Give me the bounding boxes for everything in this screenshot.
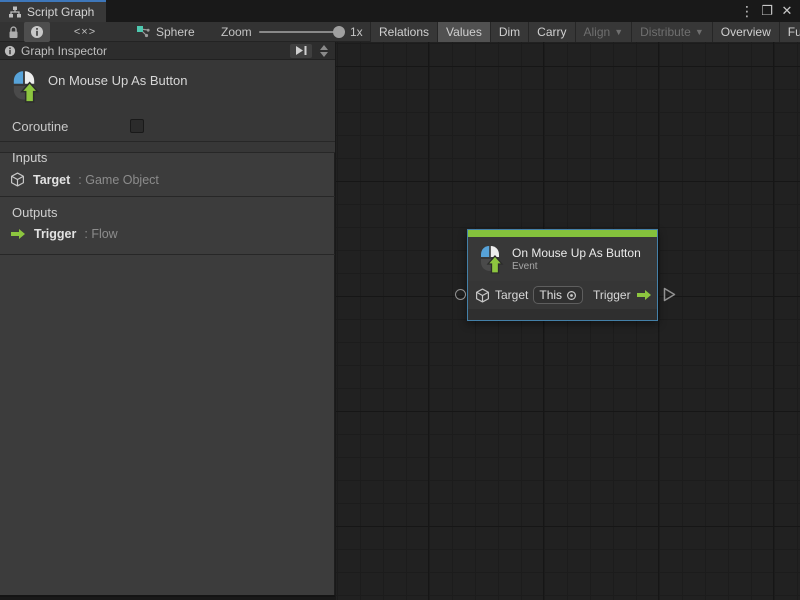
- window-menu-icon[interactable]: ⋮: [740, 0, 754, 22]
- node-target-label: Target: [495, 288, 529, 302]
- toolbar-toggle-group: Relations Values Dim Carry Align ▼ Distr…: [370, 22, 800, 42]
- node-port-row: Target This Trigger: [468, 281, 657, 309]
- tab-script-graph[interactable]: Script Graph: [0, 0, 107, 22]
- node-footer: [468, 309, 657, 320]
- dock-icon: [295, 45, 308, 56]
- code-icon: <×>: [73, 26, 97, 38]
- coroutine-checkbox[interactable]: [130, 119, 144, 133]
- inspector-toggle-button[interactable]: [24, 22, 50, 42]
- input-port-definition: Target : Game Object: [10, 172, 159, 187]
- values-label: Values: [446, 25, 482, 39]
- mouse-up-icon: [8, 69, 40, 103]
- target-value: This: [539, 288, 563, 302]
- unity-script-graph-window: Script Graph ⋮ ❐ ✕ <×> Sphere Zoom 1x Re…: [0, 0, 800, 600]
- zoom-slider[interactable]: [256, 22, 346, 42]
- graph-inspector-title: Graph Inspector: [21, 43, 108, 58]
- graph-owner-icon: [136, 25, 150, 39]
- dim-label: Dim: [498, 25, 521, 39]
- full-screen-label: Full Screen: [787, 25, 800, 39]
- graph-hierarchy-icon: [8, 5, 22, 19]
- flow-arrow-icon: [636, 289, 652, 301]
- carry-button[interactable]: Carry: [528, 22, 575, 42]
- inputs-heading: Inputs: [12, 150, 48, 165]
- game-object-cube-icon: [10, 172, 25, 187]
- target-value-chip[interactable]: This: [533, 286, 584, 304]
- lock-button[interactable]: [2, 22, 24, 42]
- info-icon: [30, 25, 44, 39]
- spinner-down-icon[interactable]: [320, 51, 328, 57]
- zoom-slider-track[interactable]: [259, 26, 345, 38]
- zoom-label: Zoom: [221, 25, 252, 39]
- inspected-node-title: On Mouse Up As Button: [48, 73, 188, 88]
- distribute-button[interactable]: Distribute ▼: [631, 22, 712, 42]
- input-port-handle[interactable]: [455, 289, 466, 300]
- chevron-down-icon: ▼: [614, 27, 624, 37]
- full-screen-button[interactable]: Full Screen: [778, 22, 800, 42]
- zoom-slider-handle[interactable]: [333, 26, 345, 38]
- inputs-section: Inputs Target : Game Object: [0, 142, 335, 197]
- mouse-up-icon: [476, 244, 504, 274]
- chevron-down-icon: ▼: [694, 27, 704, 37]
- overview-button[interactable]: Overview: [711, 22, 779, 42]
- graph-owner-label: Sphere: [156, 25, 195, 39]
- values-button[interactable]: Values: [437, 22, 490, 42]
- game-object-cube-icon: [475, 287, 490, 303]
- outputs-heading: Outputs: [12, 205, 58, 220]
- node-subtitle: Event: [512, 261, 538, 272]
- distribute-label: Distribute: [640, 25, 691, 39]
- node-event-colorbar: [468, 230, 657, 237]
- output-port-name: Trigger: [34, 227, 77, 241]
- carry-label: Carry: [537, 25, 567, 39]
- relations-label: Relations: [379, 25, 430, 39]
- zoom-value: 1x: [350, 25, 363, 39]
- align-button[interactable]: Align ▼: [574, 22, 632, 42]
- maximize-icon[interactable]: ❐: [760, 0, 774, 22]
- code-view-button[interactable]: <×>: [62, 22, 108, 42]
- relations-button[interactable]: Relations: [370, 22, 438, 42]
- overview-label: Overview: [720, 25, 771, 39]
- graph-inspector-header: Graph Inspector: [0, 42, 335, 60]
- graph-toolbar: <×> Sphere Zoom 1x Relations Values Dim …: [0, 22, 800, 42]
- input-port-name: Target: [33, 172, 71, 187]
- node-header[interactable]: On Mouse Up As Button Event: [468, 237, 657, 281]
- coroutine-row: Coroutine: [0, 111, 335, 142]
- align-label: Align: [583, 25, 611, 39]
- output-port-handle[interactable]: [663, 287, 676, 302]
- output-port-definition: Trigger : Flow: [10, 227, 118, 241]
- tab-bar: Script Graph ⋮ ❐ ✕: [0, 0, 800, 22]
- lock-icon: [7, 25, 20, 39]
- outputs-section: Outputs Trigger : Flow: [0, 197, 335, 255]
- info-icon: [4, 45, 16, 57]
- input-port-type: : Game Object: [78, 172, 159, 187]
- dock-panel-button[interactable]: [290, 43, 312, 58]
- flow-arrow-icon: [10, 228, 26, 240]
- node-trigger-label: Trigger: [593, 288, 631, 302]
- object-picker-icon[interactable]: [566, 290, 577, 301]
- window-controls: ⋮ ❐ ✕: [740, 0, 800, 22]
- panel-scrub-spinner[interactable]: [317, 42, 331, 60]
- spinner-up-icon[interactable]: [320, 44, 328, 50]
- graph-context-breadcrumb[interactable]: Sphere: [136, 22, 195, 42]
- coroutine-label: Coroutine: [12, 119, 69, 134]
- graph-canvas[interactable]: On Mouse Up As Button Event Target This: [336, 42, 800, 600]
- node-title: On Mouse Up As Button: [512, 246, 641, 260]
- tab-label: Script Graph: [27, 5, 95, 19]
- event-node-on-mouse-up-as-button[interactable]: On Mouse Up As Button Event Target This: [467, 229, 658, 321]
- close-icon[interactable]: ✕: [780, 0, 794, 22]
- graph-inspector-panel: Graph Inspector On Mouse Up As Button Co…: [0, 42, 335, 595]
- output-port-type: : Flow: [84, 227, 118, 241]
- dim-button[interactable]: Dim: [489, 22, 529, 42]
